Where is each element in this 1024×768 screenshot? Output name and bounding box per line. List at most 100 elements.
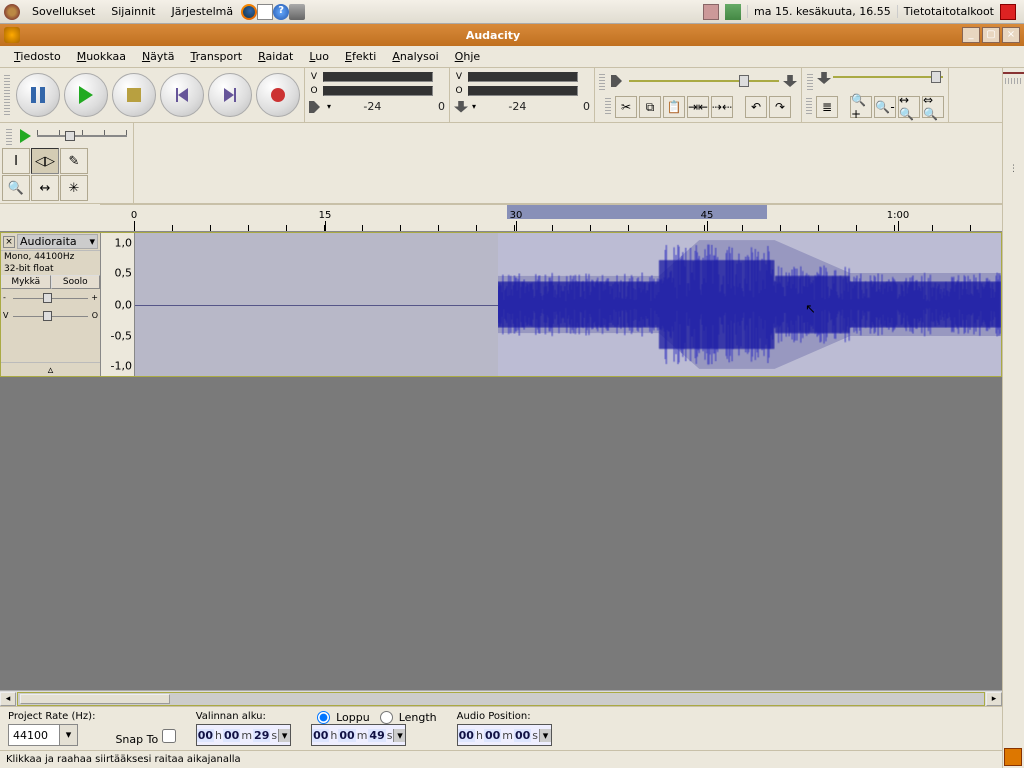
horizontal-scrollbar[interactable]: ◂ ▸ [0,690,1002,706]
menu-effect[interactable]: Efekti [337,48,384,65]
copy-button[interactable]: ⧉ [639,96,661,118]
project-rate-combo[interactable]: ▾ [8,724,95,746]
menu-generate[interactable]: Luo [301,48,337,65]
user-switcher[interactable]: Tietotaitotalkoot [904,5,994,18]
skip-start-button[interactable] [160,73,204,117]
zoom-out-button[interactable]: 🔍- [874,96,896,118]
maximize-button[interactable]: ▢ [982,27,1000,43]
audio-clip[interactable] [498,233,1001,376]
fit-project-button[interactable]: ⇔🔍 [922,96,944,118]
network-icon[interactable] [725,4,741,20]
track-close-button[interactable]: × [3,236,15,248]
scroll-right-button[interactable]: ▸ [986,692,1002,706]
output-meter-r[interactable] [323,86,433,96]
mixer-toolbar: ✂ ⧉ 📋 ⇥⇤ ⇢⇠ ↶ ↷ [595,68,802,122]
snap-to-label: Snap To [115,733,158,746]
trim-button[interactable]: ⇥⇤ [687,96,709,118]
mute-button[interactable]: Mykkä [1,275,51,289]
fit-selection-button[interactable]: ↔🔍 [898,96,920,118]
grip-icon[interactable] [807,72,813,90]
scrollbar-thumb[interactable] [20,694,170,704]
zoom-tool[interactable]: 🔍 [2,175,30,201]
system-tray: ma 15. kesäkuuta, 16.55 Tietotaitotalkoo… [703,4,1020,20]
skip-end-button[interactable] [208,73,252,117]
playback-speed-slider[interactable] [37,128,127,144]
length-radio[interactable] [380,711,393,724]
menu-analyze[interactable]: Analysoi [384,48,446,65]
evolution-icon[interactable] [257,4,273,20]
ruler-selection[interactable] [507,205,767,219]
firefox-icon[interactable] [241,4,257,20]
paste-button[interactable]: 📋 [663,96,685,118]
input-meter-l[interactable] [468,72,578,82]
play-button[interactable] [64,73,108,117]
solo-button[interactable]: Soolo [51,275,101,289]
minimize-button[interactable]: _ [962,27,980,43]
redo-button[interactable]: ↷ [769,96,791,118]
sync-lock-button[interactable]: ≣ [816,96,838,118]
timeline-ruler[interactable]: 01530451:00 [100,204,1002,232]
menu-tracks[interactable]: Raidat [250,48,301,65]
right-dock: ⋮ [1002,68,1024,768]
snap-to-checkbox[interactable] [162,729,176,743]
close-button[interactable]: × [1002,27,1020,43]
logout-icon[interactable] [1000,4,1016,20]
grip-icon[interactable] [1005,78,1022,84]
undo-button[interactable]: ↶ [745,96,767,118]
cut-button[interactable]: ✂ [615,96,637,118]
menu-help[interactable]: Ohje [447,48,488,65]
silence-button[interactable]: ⇢⇠ [711,96,733,118]
pan-slider[interactable]: V O [1,307,100,325]
zoom-in-button[interactable]: 🔍+ [850,96,872,118]
end-radio[interactable] [317,711,330,724]
gain-slider[interactable]: - + [1,289,100,307]
tray-icon-1[interactable] [703,4,719,20]
envelope-tool[interactable]: ◁▷ [31,148,59,174]
project-rate-input[interactable] [8,724,60,746]
help-icon[interactable]: ? [273,4,289,20]
input-meter-r[interactable] [468,86,578,96]
trash-icon[interactable] [1004,748,1022,766]
track-collapse-button[interactable]: ▵ [1,362,100,376]
scroll-left-button[interactable]: ◂ [0,692,16,706]
audio-position-field[interactable]: 00h 00m 00s ▾ [457,724,552,746]
screenshot-tray-icon[interactable] [1003,72,1024,74]
grip-icon[interactable] [599,72,605,90]
output-meter-l[interactable] [323,72,433,82]
applet-icon[interactable] [289,4,305,20]
end-radio-label: Loppu [336,711,370,724]
waveform-area[interactable]: ↖ [135,233,1001,376]
timeshift-tool[interactable]: ↔ [31,175,59,201]
record-button[interactable] [256,73,300,117]
grip-icon[interactable] [605,96,611,114]
grip-icon[interactable] [6,127,12,145]
gnome-menu-apps[interactable]: Sovellukset [24,3,103,20]
menu-edit[interactable]: Muokkaa [69,48,134,65]
selection-tool[interactable]: I [2,148,30,174]
gnome-menu-system[interactable]: Järjestelmä [163,3,241,20]
stop-button[interactable] [112,73,156,117]
transport-controls [0,68,305,122]
grip-icon[interactable] [4,75,10,115]
pause-button[interactable] [16,73,60,117]
menu-file[interactable]: Tiedosto [6,48,69,65]
play-at-speed-button[interactable] [20,129,31,143]
track-menu-button[interactable]: Audioraita▾ [17,234,98,249]
audio-position-label: Audio Position: [457,711,552,722]
project-rate-dropdown[interactable]: ▾ [60,724,78,746]
menu-view[interactable]: Näytä [134,48,183,65]
gnome-menu-places[interactable]: Sijainnit [103,3,163,20]
draw-tool[interactable]: ✎ [60,148,88,174]
menu-transport[interactable]: Transport [182,48,250,65]
window-titlebar[interactable]: Audacity _ ▢ × [0,24,1024,46]
output-volume-slider[interactable] [629,76,779,86]
grip-icon[interactable] [806,96,812,114]
vertical-scale[interactable]: 1,0 0,5 0,0 -0,5 -1,0 [101,233,135,376]
clock[interactable]: ma 15. kesäkuuta, 16.55 [747,5,898,18]
input-volume-slider[interactable] [833,72,943,82]
meter-out-l-label: V [309,72,319,82]
selection-end-field[interactable]: 00h 00m 49s ▾ [311,724,406,746]
selection-start-field[interactable]: 00h 00m 29s ▾ [196,724,291,746]
meter-scale-in: -240 [480,100,590,113]
multi-tool[interactable]: ✳ [60,175,88,201]
